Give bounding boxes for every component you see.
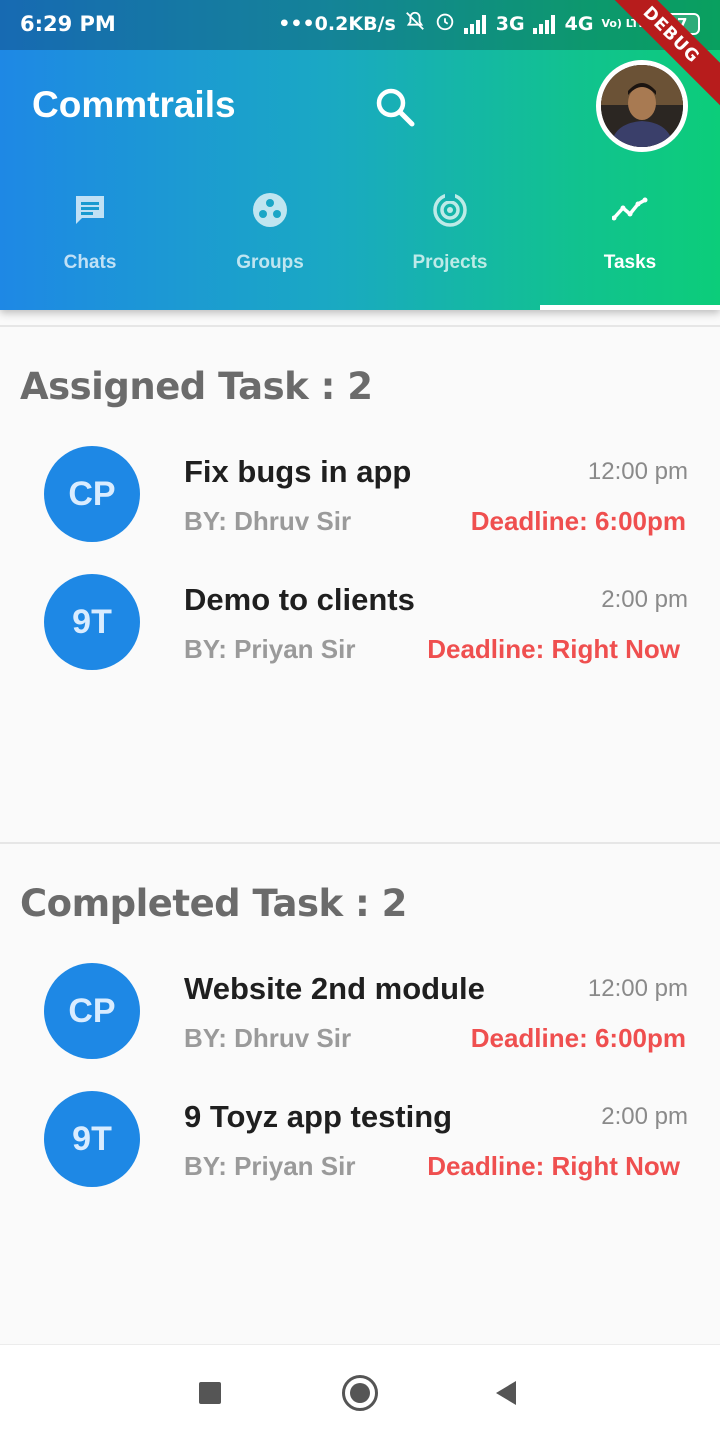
recent-apps-icon[interactable]: [199, 1382, 221, 1404]
task-assigner: BY: Priyan Sir: [184, 634, 356, 664]
profile-avatar[interactable]: [596, 60, 688, 152]
tab-label-chats: Chats: [63, 252, 117, 273]
task-avatar: 9T: [44, 1091, 140, 1187]
app-title: Commtrails: [32, 84, 236, 125]
signal-icon-2: [532, 14, 557, 34]
home-icon[interactable]: [342, 1375, 378, 1411]
section-divider: [0, 325, 720, 327]
task-name: Fix bugs in app: [184, 454, 412, 489]
completed-section-title: Completed Task : 2: [20, 882, 407, 925]
tab-bar: Chats Groups Projects Tasks: [0, 180, 720, 310]
tab-label-projects: Projects: [412, 252, 488, 273]
app-header: 6:29 PM •••0.2KB/s 3G 4G Vo) LTE 27 DEBU…: [0, 0, 720, 310]
task-time: 12:00 pm: [587, 975, 688, 1002]
status-time: 6:29 PM: [20, 12, 116, 36]
sim1-label: 3G: [495, 12, 525, 35]
task-time: 12:00 pm: [587, 458, 688, 485]
task-avatar: CP: [44, 446, 140, 542]
mute-icon: [404, 10, 426, 37]
network-speed: •••0.2KB/s: [278, 12, 396, 35]
tab-groups[interactable]: Groups: [180, 180, 360, 310]
task-deadline: Deadline: Right Now: [427, 634, 680, 664]
assigned-section-title: Assigned Task : 2: [20, 365, 373, 408]
sim2-label: 4G: [564, 12, 594, 35]
task-name: 9 Toyz app testing: [184, 1099, 453, 1134]
section-divider: [0, 842, 720, 844]
avatar-photo: [601, 65, 683, 147]
task-time: 2:00 pm: [601, 1103, 688, 1130]
task-row[interactable]: CP Fix bugs in app 12:00 pm BY: Dhruv Si…: [0, 446, 720, 556]
tab-indicator: [540, 305, 720, 310]
task-assigner: BY: Priyan Sir: [184, 1151, 356, 1181]
task-deadline: Deadline: Right Now: [427, 1151, 680, 1181]
task-assigner: BY: Dhruv Sir: [184, 506, 352, 536]
status-bar: 6:29 PM •••0.2KB/s 3G 4G Vo) LTE 27: [0, 0, 720, 50]
system-nav-bar: [0, 1344, 720, 1440]
signal-icon: [463, 14, 488, 34]
tab-label-groups: Groups: [236, 252, 304, 273]
task-name: Website 2nd module: [184, 971, 485, 1006]
task-avatar: CP: [44, 963, 140, 1059]
task-name: Demo to clients: [184, 582, 415, 617]
tab-tasks[interactable]: Tasks: [540, 180, 720, 310]
task-row[interactable]: 9T Demo to clients 2:00 pm BY: Priyan Si…: [0, 574, 720, 684]
groups-icon: [252, 192, 288, 228]
task-avatar: 9T: [44, 574, 140, 670]
tab-chats[interactable]: Chats: [0, 180, 180, 310]
task-deadline: Deadline: 6:00pm: [470, 506, 686, 536]
task-assigner: BY: Dhruv Sir: [184, 1023, 352, 1053]
chat-icon: [72, 192, 108, 228]
search-icon[interactable]: [372, 84, 418, 130]
task-time: 2:00 pm: [601, 586, 688, 613]
task-row[interactable]: CP Website 2nd module 12:00 pm BY: Dhruv…: [0, 963, 720, 1073]
tab-projects[interactable]: Projects: [360, 180, 540, 310]
alarm-icon: [434, 10, 456, 37]
task-row[interactable]: 9T 9 Toyz app testing 2:00 pm BY: Priyan…: [0, 1091, 720, 1201]
task-deadline: Deadline: 6:00pm: [470, 1023, 686, 1053]
projects-icon: [432, 192, 468, 228]
trending-icon: [611, 192, 648, 228]
back-icon[interactable]: [496, 1381, 516, 1405]
tab-label-tasks: Tasks: [603, 252, 657, 273]
